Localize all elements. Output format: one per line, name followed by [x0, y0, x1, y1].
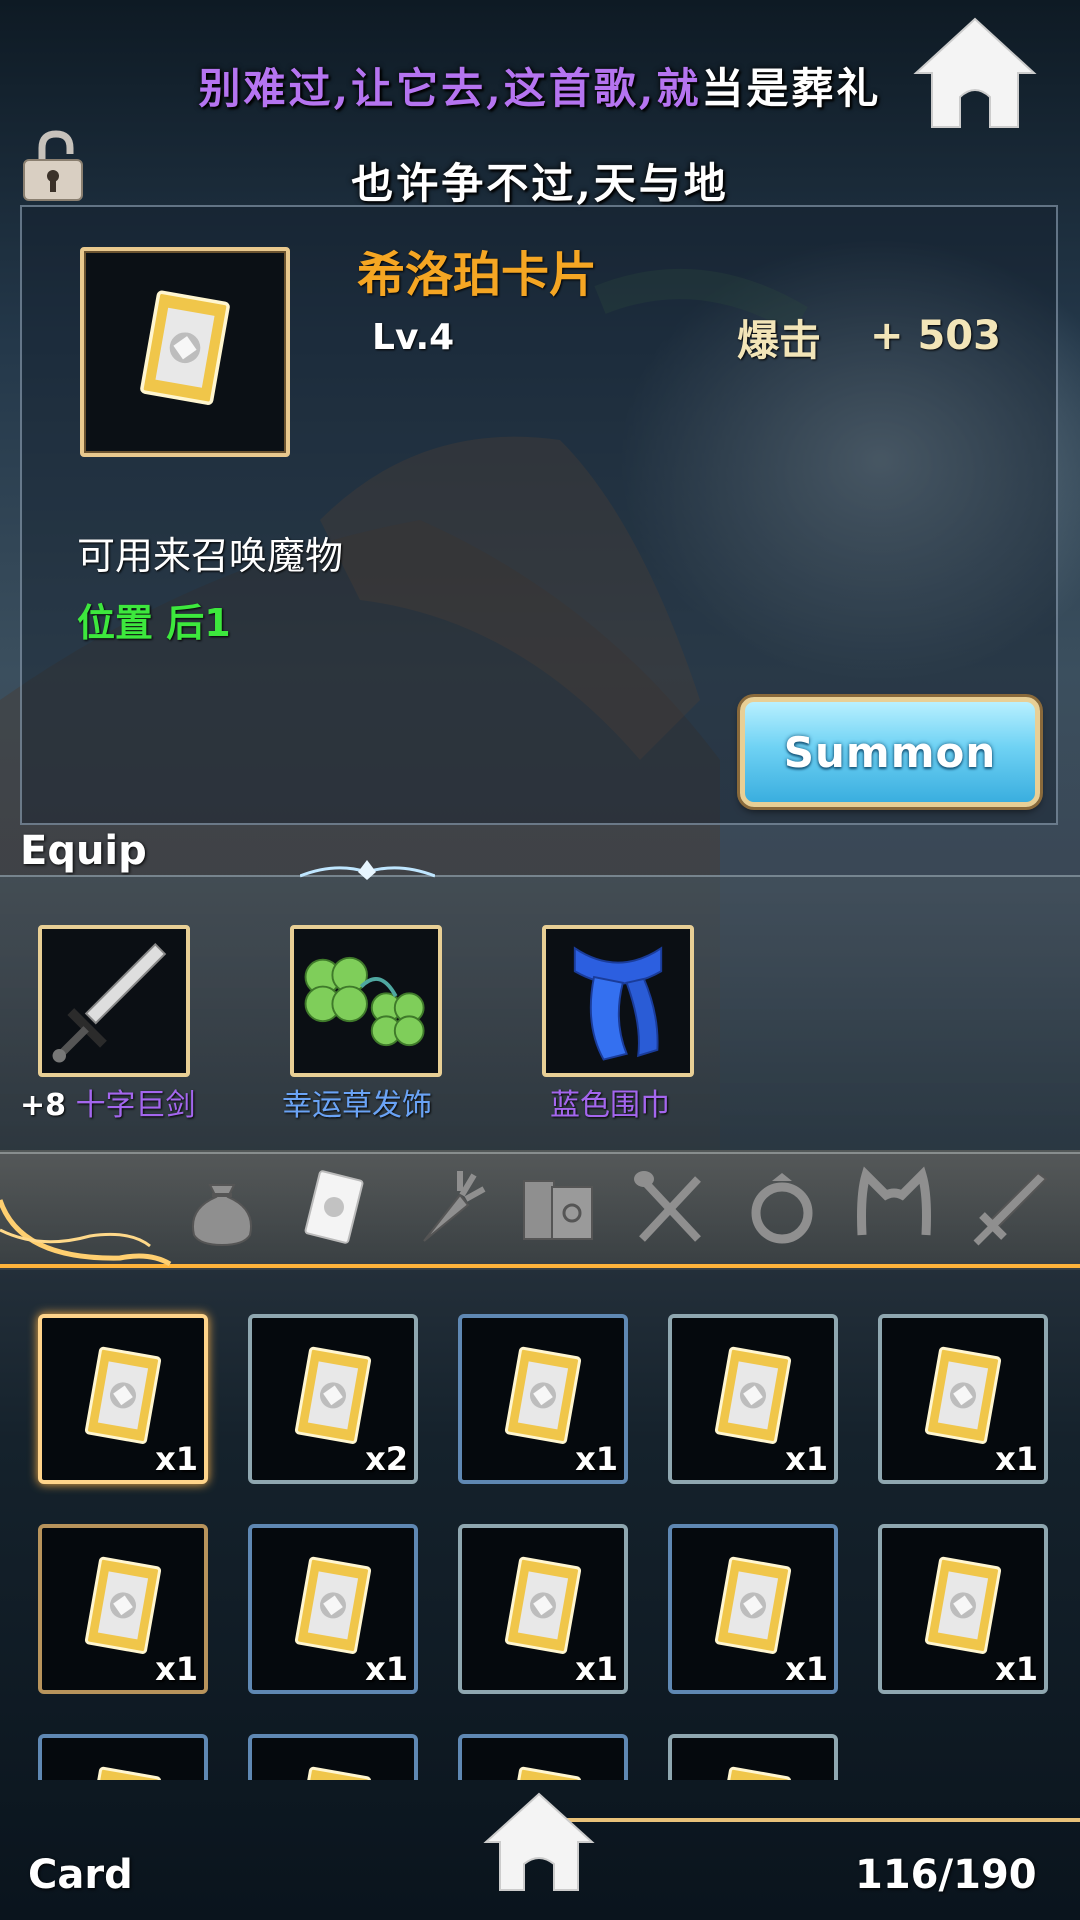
inventory-slot[interactable]: x1: [38, 1524, 208, 1694]
inventory-slot[interactable]: x1: [248, 1524, 418, 1694]
books-icon[interactable]: [516, 1165, 600, 1249]
summon-button[interactable]: Summon: [740, 697, 1040, 807]
carrot-icon[interactable]: [404, 1165, 488, 1249]
home-icon[interactable]: [482, 1790, 596, 1896]
item-level: Lv.4: [372, 317, 455, 358]
category-label: Card: [28, 1852, 133, 1898]
equip-name: 十字巨剑: [75, 1088, 196, 1123]
inventory-slot[interactable]: x1: [878, 1314, 1048, 1484]
equip-slot-scarf[interactable]: [542, 925, 694, 1077]
inventory-slot[interactable]: x1: [458, 1524, 628, 1694]
card-icon: [504, 1766, 582, 1780]
card-icon: [924, 1346, 1002, 1444]
blue-scarf-icon: [573, 946, 663, 1061]
item-detail-icon-frame: [80, 247, 290, 457]
card-icon: [294, 1346, 372, 1444]
enhance-level: +8: [20, 1088, 67, 1123]
lyric-sung-part: 别难过,让它去,这首歌,就: [198, 64, 702, 113]
card-icon: [504, 1346, 582, 1444]
card-icon: [84, 1556, 162, 1654]
home-icon[interactable]: [910, 15, 1040, 135]
inventory-slot[interactable]: x1: [668, 1314, 838, 1484]
bottom-divider: [560, 1818, 1080, 1822]
card-icon: [504, 1556, 582, 1654]
item-count: x1: [995, 1650, 1038, 1688]
equip-slot-accessory[interactable]: [290, 925, 442, 1077]
item-count: x1: [575, 1440, 618, 1478]
inventory-slot[interactable]: [668, 1734, 838, 1780]
equip-slot-weapon[interactable]: [38, 925, 190, 1077]
utensils-icon[interactable]: [628, 1165, 712, 1249]
card-icon: [714, 1766, 792, 1780]
inventory-slot[interactable]: x1: [878, 1524, 1048, 1694]
inventory-slot[interactable]: x1: [38, 1314, 208, 1484]
inventory-slot[interactable]: x2: [248, 1314, 418, 1484]
card-icon: [84, 1766, 162, 1780]
card-icon: [714, 1346, 792, 1444]
inventory-slot[interactable]: [248, 1734, 418, 1780]
card-icon[interactable]: [292, 1165, 376, 1249]
lyric-line-2: 也许争不过,天与地: [351, 159, 729, 208]
card-icon: [924, 1556, 1002, 1654]
equip-label-scarf: 蓝色围巾: [550, 1088, 670, 1123]
ornament-icon: [300, 860, 435, 880]
inventory-slot[interactable]: x1: [668, 1524, 838, 1694]
bag-icon[interactable]: [180, 1165, 264, 1249]
item-count: x1: [785, 1650, 828, 1688]
inventory-slot[interactable]: x1: [458, 1314, 628, 1484]
inventory-grid: x1 x2 x1 x1 x1 x1 x1 x1 x1 x1: [0, 1280, 1080, 1780]
inventory-capacity: 116/190: [855, 1852, 1037, 1898]
ring-icon[interactable]: [740, 1165, 824, 1249]
item-count: x1: [995, 1440, 1038, 1478]
item-count: x1: [155, 1650, 198, 1688]
stat-label: 爆击: [737, 316, 822, 365]
unlock-icon[interactable]: [18, 128, 88, 203]
item-count: x1: [155, 1440, 198, 1478]
card-icon: [294, 1766, 372, 1780]
sword-icon: [52, 943, 167, 1063]
equip-label-weapon: +8 十字巨剑: [20, 1080, 196, 1124]
sword-icon[interactable]: [966, 1165, 1050, 1249]
equip-label-accessory: 幸运草发饰: [282, 1088, 432, 1123]
card-icon: [714, 1556, 792, 1654]
item-name: 希洛珀卡片: [357, 247, 598, 303]
card-icon: [84, 1346, 162, 1444]
inventory-slot[interactable]: [458, 1734, 628, 1780]
item-count: x1: [785, 1440, 828, 1478]
ornament-icon: [0, 1199, 172, 1267]
card-icon: [140, 290, 230, 405]
item-position: 位置 后1: [77, 601, 231, 645]
item-count: x1: [365, 1650, 408, 1688]
lyric-unsung-part: 当是葬礼: [701, 64, 882, 113]
cat-ears-icon[interactable]: [852, 1165, 936, 1249]
item-count: x2: [365, 1440, 408, 1478]
item-detail-panel: 希洛珀卡片 Lv.4 爆击 + 503 可用来召唤魔物 位置 后1 Summon: [20, 205, 1058, 825]
clover-hair-accessory-icon: [304, 956, 425, 1047]
item-count: x1: [575, 1650, 618, 1688]
inventory-slot[interactable]: [38, 1734, 208, 1780]
equip-title: Equip: [20, 828, 147, 874]
item-description: 可用来召唤魔物: [77, 534, 344, 578]
card-icon: [294, 1556, 372, 1654]
stat-value: + 503: [870, 313, 1001, 359]
